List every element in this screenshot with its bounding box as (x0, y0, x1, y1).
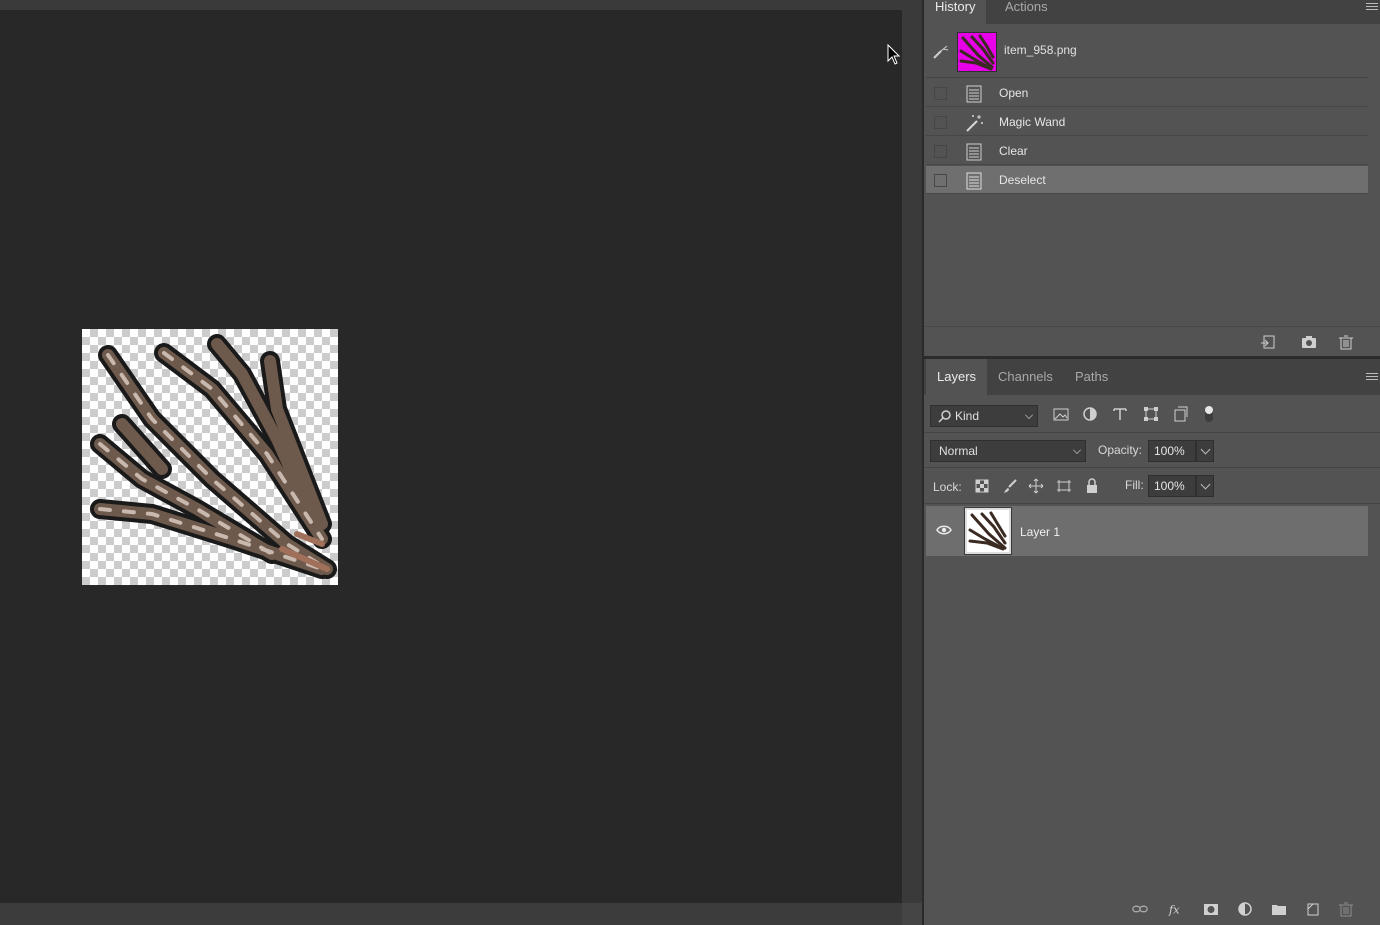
history-brush-source-icon[interactable] (932, 44, 950, 60)
lock-label: Lock: (933, 480, 962, 494)
history-step-label: Magic Wand (999, 115, 1066, 129)
document-icon (966, 172, 982, 190)
trash-icon[interactable] (1338, 334, 1354, 350)
svg-text:fx: fx (1168, 902, 1180, 916)
trash-icon[interactable] (1338, 901, 1354, 917)
group-folder-icon[interactable] (1271, 901, 1287, 917)
adjustment-filter-icon[interactable] (1081, 405, 1099, 423)
opacity-input[interactable]: 100% (1148, 440, 1196, 462)
eye-visibility-icon[interactable] (936, 524, 952, 536)
tab-actions[interactable]: Actions (994, 0, 1059, 24)
filter-kind-label: Kind (955, 409, 980, 423)
snapshot-thumbnail (957, 32, 997, 72)
history-step-checkbox[interactable] (934, 116, 947, 129)
history-step-open[interactable]: Open (926, 79, 1368, 107)
history-step-label: Clear (999, 144, 1028, 158)
filter-toggle-icon[interactable] (1200, 405, 1218, 423)
image-filter-icon[interactable] (1052, 405, 1070, 423)
new-layer-icon[interactable] (1305, 901, 1321, 917)
vertical-scrollbar[interactable] (902, 0, 922, 925)
scrollbar-corner (902, 903, 922, 925)
blend-mode-value: Normal (939, 444, 978, 458)
shape-filter-icon[interactable] (1142, 405, 1160, 423)
link-icon[interactable] (1132, 901, 1148, 917)
layer-row-layer-1[interactable]: Layer 1 (926, 506, 1368, 556)
layer-filter-kind-dropdown[interactable]: Kind (930, 405, 1038, 427)
history-step-label: Deselect (999, 173, 1046, 187)
history-panel-tabs: History Actions (924, 0, 1380, 24)
tab-history[interactable]: History (924, 0, 987, 24)
lock-position-icon[interactable] (1028, 478, 1044, 494)
branch-artwork (90, 334, 337, 579)
history-panel-footer (924, 326, 1380, 356)
lock-artboard-icon[interactable] (1056, 478, 1072, 494)
mask-icon[interactable] (1203, 901, 1219, 917)
history-step-clear[interactable]: Clear (926, 137, 1368, 165)
history-panel-menu-icon[interactable] (1366, 3, 1378, 12)
history-step-label: Open (999, 86, 1029, 100)
fill-label: Fill: (1125, 478, 1144, 492)
history-step-magic-wand[interactable]: Magic Wand (926, 108, 1368, 136)
history-step-checkbox[interactable] (934, 174, 947, 187)
mouse-cursor-icon (887, 44, 901, 65)
document-canvas[interactable] (82, 329, 338, 585)
layers-panel-menu-icon[interactable] (1366, 373, 1378, 382)
horizontal-scrollbar[interactable] (0, 903, 902, 925)
history-step-checkbox[interactable] (934, 145, 947, 158)
history-step-checkbox[interactable] (934, 87, 947, 100)
layers-panel-tabs: Layers Channels Paths (924, 359, 1380, 395)
lock-all-icon[interactable] (1084, 478, 1100, 494)
camera-icon[interactable] (1301, 334, 1317, 350)
smart-object-filter-icon[interactable] (1172, 405, 1190, 423)
fill-dropdown-button[interactable] (1196, 475, 1214, 497)
document-top-strip (0, 0, 902, 10)
document-icon (966, 143, 982, 161)
lock-transparent-icon[interactable] (974, 478, 990, 494)
blend-mode-dropdown[interactable]: Normal (930, 440, 1086, 462)
panels-dock: History Actions item_958.png Open Magic … (922, 0, 1380, 925)
layer-name[interactable]: Layer 1 (1020, 525, 1060, 539)
history-snapshot[interactable]: item_958.png (926, 26, 1368, 78)
tab-channels[interactable]: Channels (987, 359, 1064, 395)
adjustment-layer-icon[interactable] (1237, 901, 1253, 917)
tab-layers[interactable]: Layers (926, 359, 988, 395)
layer-thumbnail (964, 507, 1012, 555)
document-canvas-area[interactable] (0, 0, 902, 925)
search-icon (938, 410, 951, 423)
tab-paths[interactable]: Paths (1064, 359, 1119, 395)
magic-wand-icon (966, 115, 983, 132)
layers-panel-footer: fx (924, 894, 1380, 925)
snapshot-name: item_958.png (1004, 43, 1077, 57)
opacity-dropdown-button[interactable] (1196, 440, 1214, 462)
fx-icon[interactable]: fx (1168, 901, 1184, 917)
fill-input[interactable]: 100% (1148, 475, 1196, 497)
new-document-from-state-icon[interactable] (1260, 334, 1276, 350)
history-step-deselect[interactable]: Deselect (926, 166, 1368, 194)
document-icon (966, 85, 982, 103)
opacity-label: Opacity: (1098, 443, 1143, 457)
type-filter-icon[interactable] (1111, 405, 1129, 423)
lock-image-icon[interactable] (1002, 478, 1018, 494)
photoshop-workspace: History Actions item_958.png Open Magic … (0, 0, 1380, 925)
